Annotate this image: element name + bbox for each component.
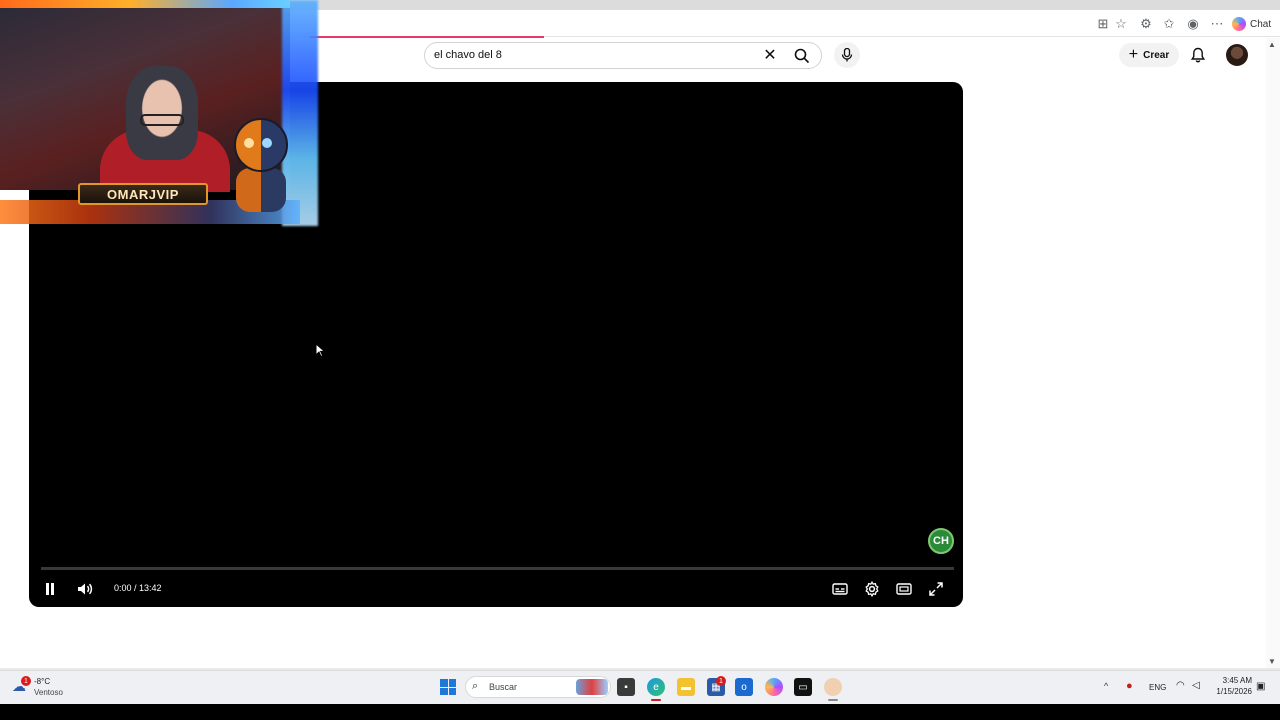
search-highlight-image[interactable]: [576, 679, 608, 695]
edge-browser-icon[interactable]: e: [647, 678, 665, 696]
notifications-icon[interactable]: ▣: [1256, 681, 1265, 692]
search-button[interactable]: [786, 42, 818, 69]
volume-icon[interactable]: ◁: [1192, 680, 1200, 691]
subtitles-icon: [832, 583, 848, 595]
extensions-icon[interactable]: ⚙: [1137, 15, 1155, 33]
fullscreen-icon: [929, 582, 943, 596]
favorite-star-icon[interactable]: ☆: [1112, 15, 1130, 33]
theater-mode-icon: [896, 583, 912, 595]
outlook-icon[interactable]: o: [735, 678, 753, 696]
exit-fullscreen-button[interactable]: [925, 578, 947, 600]
glasses-shape: [140, 114, 184, 126]
close-icon[interactable]: ✕: [760, 44, 780, 66]
volume-button[interactable]: [74, 578, 96, 600]
subtitles-button[interactable]: [829, 578, 851, 600]
scroll-down-icon[interactable]: ▼: [1268, 657, 1276, 666]
search-icon: ⌕: [472, 680, 479, 692]
create-label: Crear: [1143, 49, 1170, 61]
pause-button[interactable]: [39, 578, 61, 600]
active-app-indicator: [651, 699, 661, 701]
more-options-icon[interactable]: ⋯: [1208, 15, 1226, 33]
scroll-up-icon[interactable]: ▲: [1268, 40, 1276, 49]
file-explorer-dark-icon[interactable]: ▪: [617, 678, 635, 696]
volume-icon: [78, 583, 93, 595]
settings-button[interactable]: [861, 578, 883, 600]
create-button[interactable]: + Crear: [1119, 43, 1179, 67]
weather-temperature[interactable]: -8°C: [34, 677, 50, 687]
avatar[interactable]: [1226, 44, 1248, 66]
search-icon: [794, 48, 810, 63]
running-app-indicator: [828, 699, 838, 701]
robot-mascot-icon: [234, 118, 288, 172]
channel-watermark[interactable]: CH: [928, 528, 954, 554]
obs-icon[interactable]: [824, 678, 842, 696]
chevron-up-icon[interactable]: ^: [1104, 681, 1108, 691]
flame-border-decoration: [0, 0, 290, 8]
bell-icon: [1191, 47, 1205, 63]
gear-icon: [865, 581, 879, 597]
page-load-progress: [310, 36, 544, 38]
theater-mode-button[interactable]: [893, 578, 915, 600]
voice-search-button[interactable]: [834, 42, 860, 68]
screen-bottom-border: [0, 704, 1280, 720]
terminal-icon[interactable]: ▭: [794, 678, 812, 696]
favorites-icon[interactable]: ✩: [1160, 15, 1178, 33]
wifi-icon[interactable]: ◠: [1176, 680, 1185, 691]
taskbar-search-placeholder[interactable]: Buscar: [489, 682, 517, 692]
streamer-name-plate: OMARJVIP: [78, 183, 208, 205]
input-language[interactable]: ENG: [1149, 683, 1166, 693]
profile-icon[interactable]: ◉: [1184, 15, 1202, 33]
page-scrollbar[interactable]: [1266, 38, 1280, 670]
mascot-eye: [262, 138, 272, 148]
browser-toolbar: [300, 11, 1280, 37]
weather-description[interactable]: Ventoso: [34, 688, 63, 698]
copilot-icon[interactable]: [765, 678, 783, 696]
pause-icon: [46, 583, 54, 595]
time-display: 0:00 / 13:42: [114, 583, 162, 593]
microphone-icon: [841, 48, 853, 62]
chat-label: Chat: [1250, 18, 1272, 30]
copilot-chat-button[interactable]: Chat: [1232, 14, 1271, 34]
store-notification-badge: 1: [716, 676, 726, 686]
microphone-in-use-icon[interactable]: ●: [1126, 680, 1133, 692]
windows-taskbar: [0, 670, 1280, 704]
lightning-border-decoration: [282, 0, 318, 226]
clock-time[interactable]: 3:45 AM: [1212, 676, 1252, 686]
notifications-button[interactable]: [1186, 43, 1210, 67]
clock-date[interactable]: 1/15/2026: [1212, 687, 1252, 697]
video-progress-bar[interactable]: [41, 567, 954, 570]
app-available-icon[interactable]: ⊞: [1094, 15, 1112, 33]
mascot-eye: [244, 138, 254, 148]
streamer-face: [126, 66, 198, 160]
plus-icon: +: [1128, 46, 1139, 63]
search-query-text[interactable]: el chavo del 8: [434, 47, 502, 63]
folder-icon[interactable]: ▬: [677, 678, 695, 696]
mouse-cursor-icon: [315, 343, 325, 357]
weather-alert-badge: 1: [21, 676, 31, 686]
copilot-icon: [1232, 17, 1246, 31]
mascot-body: [236, 168, 286, 212]
windows-start-icon[interactable]: [440, 679, 456, 695]
webcam-overlay: OMARJVIP: [0, 0, 318, 226]
